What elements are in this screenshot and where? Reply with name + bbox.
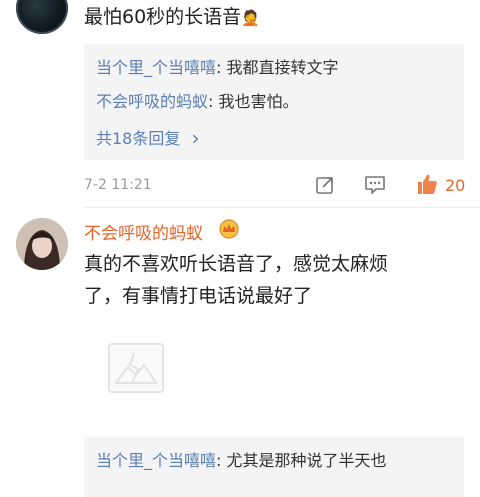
reply-item[interactable]: 不会呼吸的蚂蚁: 我也害怕。 <box>96 91 299 113</box>
reply-box[interactable]: 当个里_个当嘻嘻: 我都直接转文字 不会呼吸的蚂蚁: 我也害怕。 共18条回复 … <box>84 44 464 160</box>
like-icon[interactable] <box>414 171 440 197</box>
image-placeholder-icon[interactable] <box>108 343 164 393</box>
facepalm-emoji-icon: 🤦 <box>241 9 260 27</box>
comment-username[interactable]: 不会呼吸的蚂蚁 <box>84 219 203 244</box>
crown-icon <box>218 219 240 239</box>
reply-text: : 我都直接转文字 <box>216 58 339 77</box>
reply-text: : 我也害怕。 <box>208 92 299 111</box>
reply-item[interactable]: 当个里_个当嘻嘻: 尤其是那种说了半天也 <box>96 450 387 472</box>
reply-item[interactable]: 当个里_个当嘻嘻: 我都直接转文字 <box>96 57 339 79</box>
avatar[interactable] <box>16 0 68 34</box>
reply-box[interactable]: 当个里_个当嘻嘻: 尤其是那种说了半天也 <box>84 437 464 497</box>
comment-text: 最怕60秒的长语音🤦 <box>84 6 260 28</box>
timestamp: 7-2 11:21 <box>84 177 152 193</box>
reply-text: : 尤其是那种说了半天也 <box>216 451 387 470</box>
divider <box>84 207 480 208</box>
reply-username[interactable]: 不会呼吸的蚂蚁 <box>96 92 208 111</box>
like-count: 20 <box>445 176 466 195</box>
more-replies-link[interactable]: 共18条回复 › <box>96 125 200 150</box>
reply-username[interactable]: 当个里_个当嘻嘻 <box>96 451 216 470</box>
chevron-right-icon: › <box>191 126 200 150</box>
share-icon[interactable] <box>314 174 336 196</box>
comment-text: 真的不喜欢听长语音了，感觉太麻烦 了，有事情打电话说最好了 <box>84 253 389 307</box>
avatar[interactable] <box>16 218 68 270</box>
comment-icon[interactable] <box>364 174 386 196</box>
reply-username[interactable]: 当个里_个当嘻嘻 <box>96 58 216 77</box>
